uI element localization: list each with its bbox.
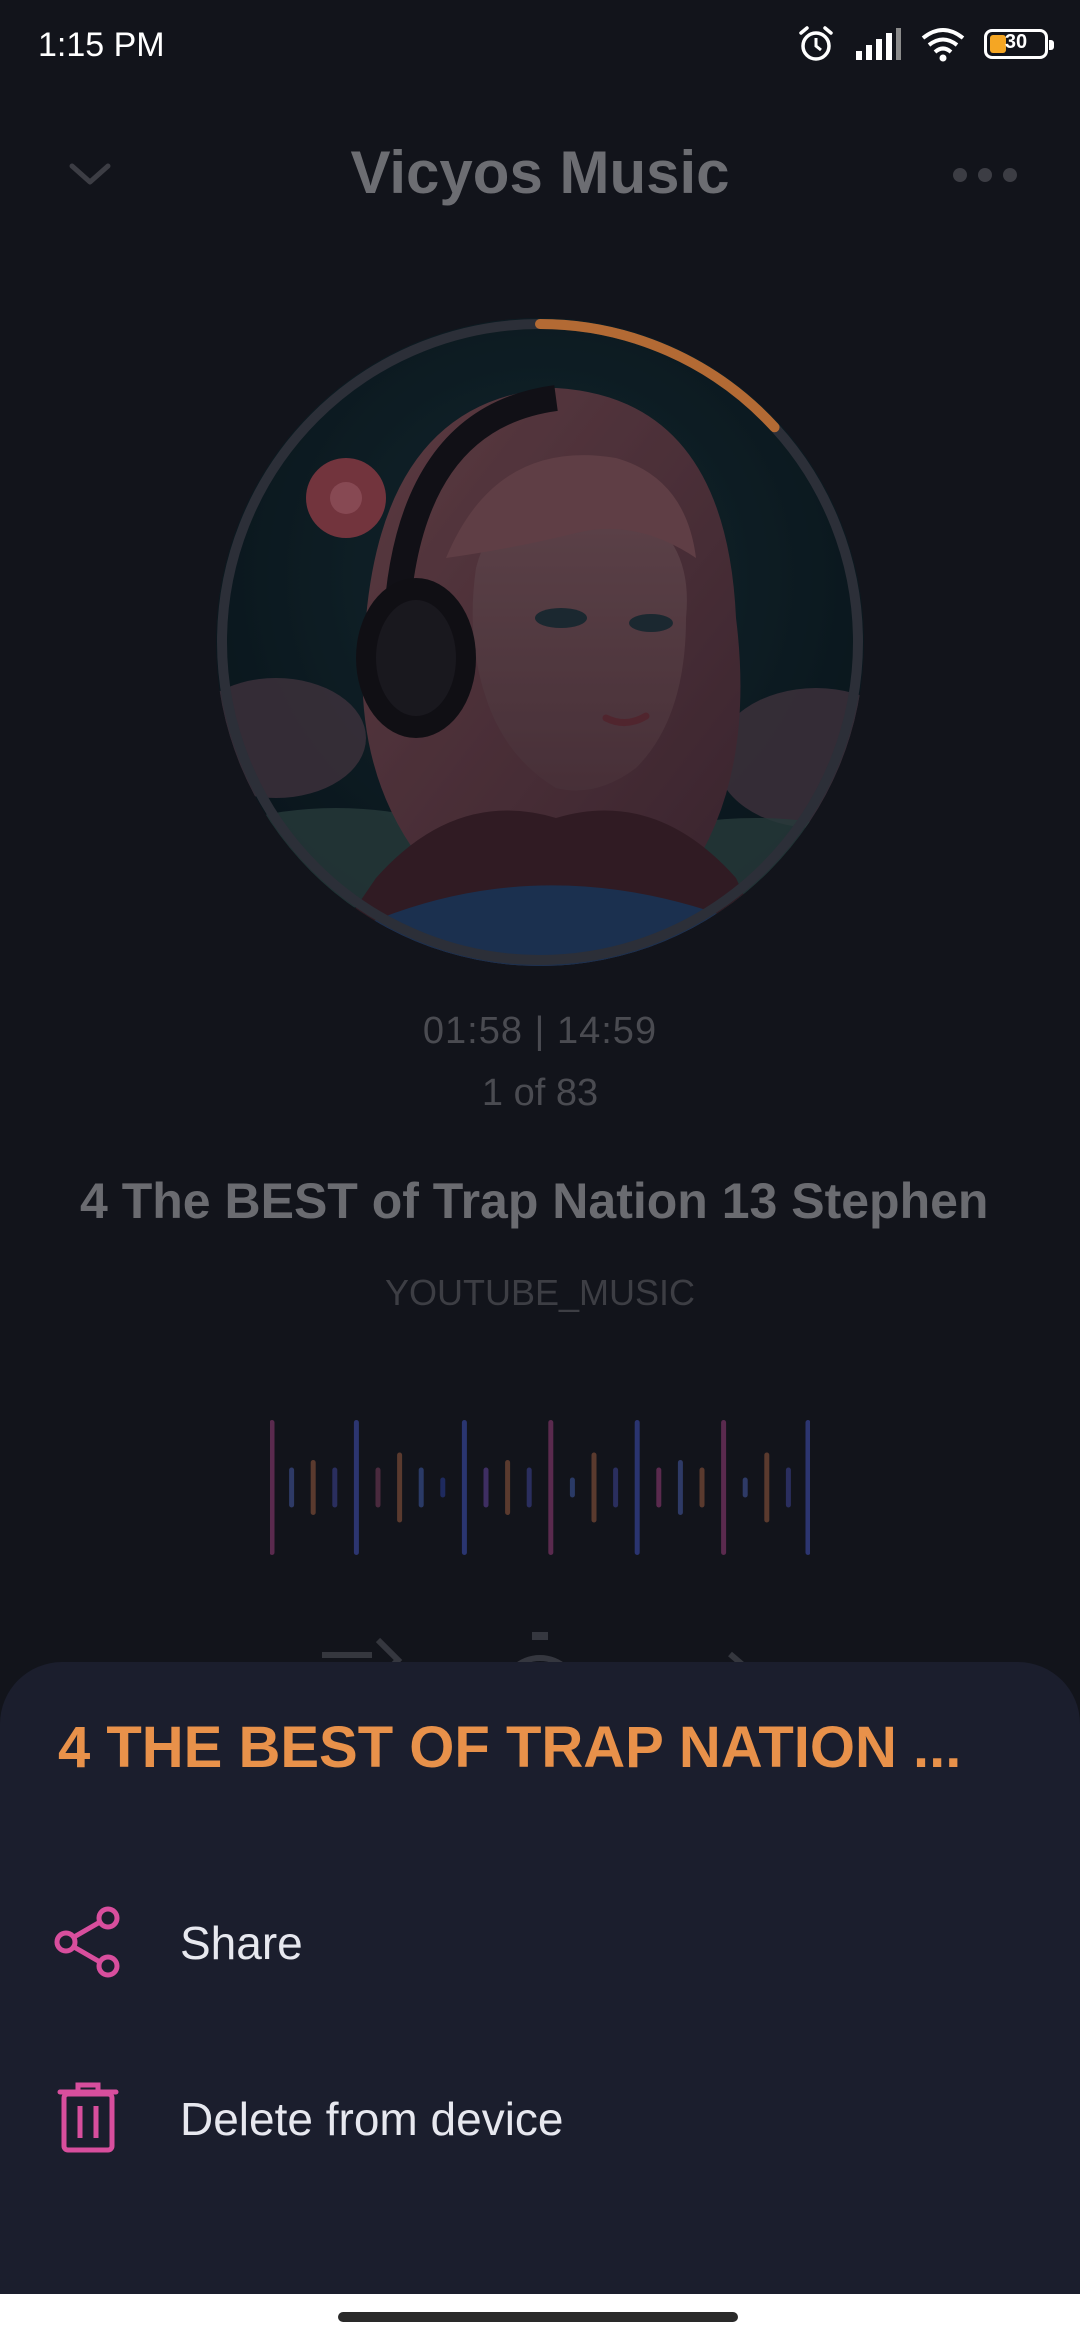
battery-cap — [1049, 40, 1054, 50]
wifi-icon — [921, 28, 965, 62]
visualizer-bar — [805, 1420, 810, 1555]
visualizer-bar — [569, 1477, 575, 1498]
visualizer-bar — [764, 1452, 770, 1523]
visualizer-bar — [785, 1467, 791, 1508]
visualizer-bar — [677, 1460, 683, 1515]
visualizer-bar — [742, 1477, 748, 1498]
visualizer-bar — [505, 1460, 511, 1515]
battery-icon: 30 — [984, 29, 1054, 59]
visualizer-bar — [526, 1467, 532, 1508]
visualizer-bar — [634, 1420, 640, 1555]
visualizer-bar — [418, 1467, 424, 1508]
alarm-icon — [799, 26, 833, 61]
visualizer-bar — [483, 1467, 489, 1508]
visualizer-bar — [440, 1477, 446, 1498]
album-art-container — [216, 318, 864, 966]
visualizer-bar — [721, 1420, 727, 1555]
app-header: Vicyos Music — [0, 130, 1080, 220]
more-horizontal-icon[interactable] — [950, 160, 1020, 190]
visualizer-bar — [699, 1467, 705, 1508]
visualizer-bar — [310, 1460, 316, 1515]
visualizer-bar — [548, 1420, 554, 1555]
track-time: 01:58 | 14:59 — [422, 1010, 658, 1052]
visualizer-bar — [613, 1467, 619, 1508]
sheet-title: 4 THE BEST OF TRAP NATION ... — [58, 1715, 962, 1780]
track-source: YOUTUBE_MUSIC — [384, 1272, 696, 1313]
visualizer-bar — [289, 1467, 295, 1508]
share-icon — [54, 1906, 120, 1978]
home-indicator[interactable] — [338, 2312, 738, 2322]
visualizer-bar — [461, 1420, 467, 1555]
visualizer-bar — [375, 1467, 381, 1508]
visualizer-bar — [332, 1467, 338, 1508]
signal-icon — [856, 28, 901, 60]
share-label: Share — [180, 1917, 303, 1969]
status-bar: 1:15 PM 30 — [0, 0, 1080, 92]
battery-level: 30 — [1004, 31, 1028, 53]
delete-label: Delete from device — [180, 2093, 564, 2145]
trash-icon — [57, 2082, 119, 2153]
visualizer-bar — [591, 1452, 597, 1523]
playback-progress-ring[interactable] — [216, 318, 864, 966]
screen: 1:15 PM 30 Vicyos Music 01:58 | 14:59 1 … — [0, 0, 1080, 2340]
status-time: 1:15 PM — [38, 26, 165, 64]
visualizer-bar — [353, 1420, 359, 1555]
delete-from-device-option[interactable]: Delete from device — [0, 2052, 1080, 2182]
audio-visualizer — [270, 1420, 810, 1555]
navigation-bar — [0, 2294, 1080, 2340]
visualizer-bar — [397, 1452, 403, 1523]
track-position: 1 of 83 — [481, 1072, 599, 1114]
visualizer-bar — [656, 1467, 662, 1508]
share-option[interactable]: Share — [0, 1876, 1080, 2006]
visualizer-bar — [270, 1420, 275, 1555]
app-title: Vicyos Music — [350, 139, 730, 206]
track-title: 4 The BEST of Trap Nation 13 Stephen — [80, 1173, 989, 1229]
status-icons: 30 — [796, 24, 1054, 64]
bottom-sheet: 4 THE BEST OF TRAP NATION ... Share Dele… — [0, 1662, 1080, 2294]
